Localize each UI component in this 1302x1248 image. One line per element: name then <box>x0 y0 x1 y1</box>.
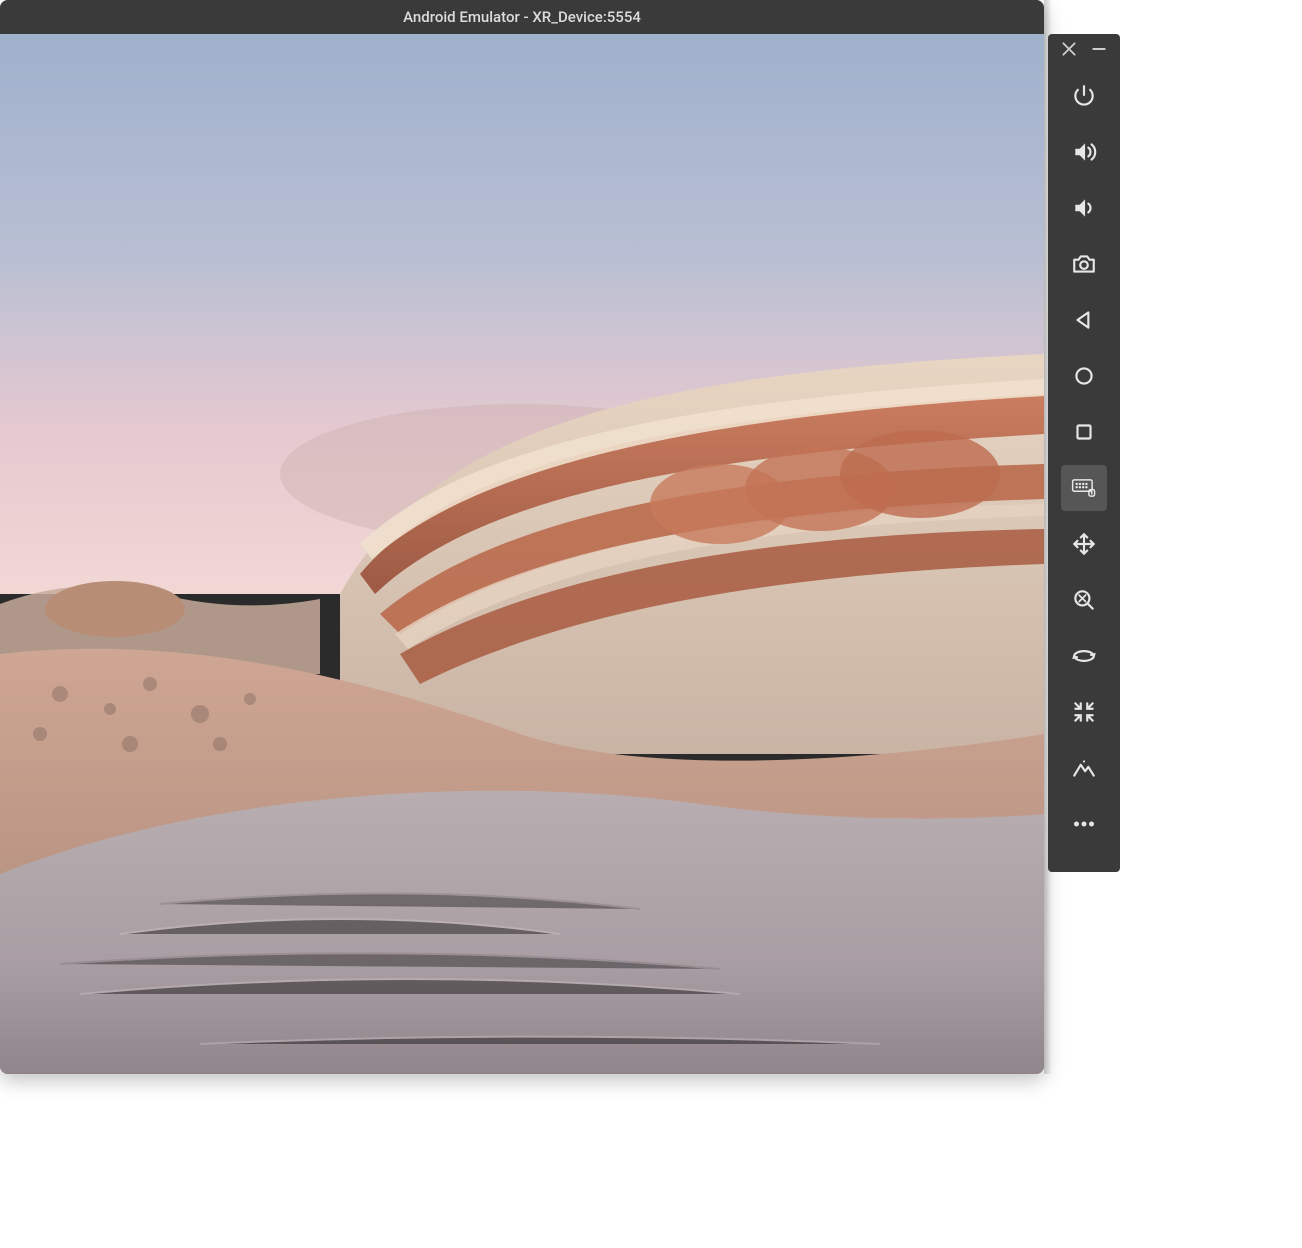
rotate-button[interactable] <box>1061 633 1107 679</box>
minimize-icon <box>1090 40 1108 58</box>
more-icon <box>1069 809 1099 839</box>
close-icon <box>1060 40 1078 58</box>
reset-view-button[interactable] <box>1061 689 1107 735</box>
overview-icon <box>1071 419 1097 445</box>
emulator-screen[interactable] <box>0 34 1044 1074</box>
back-icon <box>1071 307 1097 333</box>
camera-icon <box>1071 251 1097 277</box>
titlebar: Android Emulator - XR_Device:5554 <box>0 0 1044 34</box>
keyboard-input-button[interactable] <box>1061 465 1107 511</box>
screenshot-button[interactable] <box>1061 241 1107 287</box>
rotate-icon <box>1071 643 1097 669</box>
volume-down-icon <box>1071 195 1097 221</box>
virtual-scene-button[interactable] <box>1061 745 1107 791</box>
emulator-toolbar <box>1048 34 1120 872</box>
collapse-icon <box>1071 699 1097 725</box>
volume-down-button[interactable] <box>1061 185 1107 231</box>
power-icon <box>1071 83 1097 109</box>
landscape-icon <box>1071 755 1097 781</box>
window-title: Android Emulator - XR_Device:5554 <box>403 8 641 26</box>
overview-button[interactable] <box>1061 409 1107 455</box>
more-button[interactable] <box>1061 801 1107 847</box>
back-button[interactable] <box>1061 297 1107 343</box>
keyboard-icon <box>1071 475 1097 501</box>
zoom-icon <box>1071 587 1097 613</box>
home-icon <box>1071 363 1097 389</box>
scene-image <box>0 34 1044 1074</box>
emulator-window: Android Emulator - XR_Device:5554 <box>0 0 1044 1074</box>
power-button[interactable] <box>1061 73 1107 119</box>
close-button[interactable] <box>1060 40 1078 58</box>
move-button[interactable] <box>1061 521 1107 567</box>
zoom-button[interactable] <box>1061 577 1107 623</box>
move-icon <box>1071 531 1097 557</box>
volume-up-icon <box>1071 139 1097 165</box>
minimize-button[interactable] <box>1090 40 1108 58</box>
home-button[interactable] <box>1061 353 1107 399</box>
volume-up-button[interactable] <box>1061 129 1107 175</box>
